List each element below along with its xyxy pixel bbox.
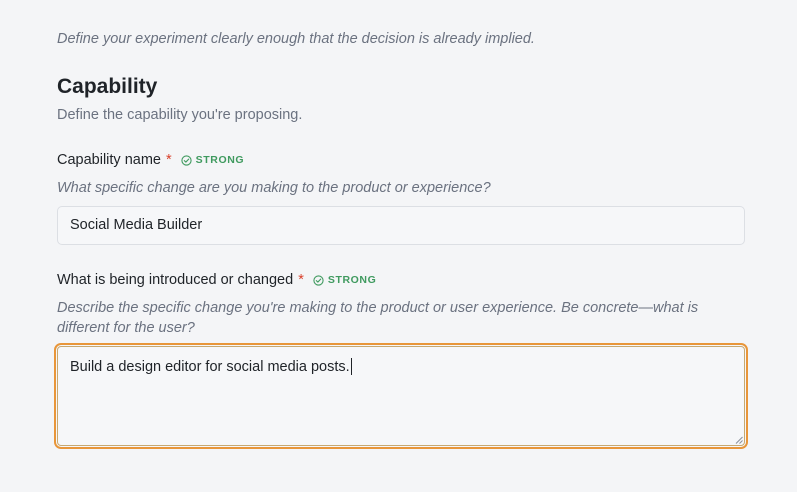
check-circle-icon [181, 154, 192, 166]
introduced-changed-label-row: What is being introduced or changed * ST… [57, 270, 376, 290]
introduced-changed-label: What is being introduced or changed [57, 272, 294, 288]
introduced-changed-textarea[interactable]: Build a design editor for social media p… [54, 343, 748, 449]
strength-badge-label: STRONG [327, 274, 377, 286]
capability-name-hint: What specific change are you making to t… [57, 180, 491, 196]
resize-handle-icon[interactable] [735, 436, 743, 444]
textarea-content[interactable]: Build a design editor for social media p… [57, 346, 745, 446]
intro-hint: Define your experiment clearly enough th… [57, 31, 535, 47]
capability-name-label: Capability name [57, 152, 161, 168]
section-description: Define the capability you're proposing. [57, 107, 303, 123]
capability-name-label-row: Capability name * STRONG [57, 150, 244, 170]
textarea-value: Build a design editor for social media p… [70, 359, 350, 375]
strength-badge: STRONG [313, 274, 377, 286]
introduced-changed-hint: Describe the specific change you're maki… [57, 300, 699, 336]
text-caret [350, 358, 352, 375]
strength-badge: STRONG [181, 154, 245, 166]
strength-badge-label: STRONG [195, 154, 245, 166]
required-asterisk: * [298, 272, 304, 288]
capability-name-input[interactable]: Social Media Builder [57, 206, 745, 245]
required-asterisk: * [165, 152, 172, 168]
section-title: Capability [57, 75, 158, 98]
check-circle-icon [313, 274, 324, 286]
